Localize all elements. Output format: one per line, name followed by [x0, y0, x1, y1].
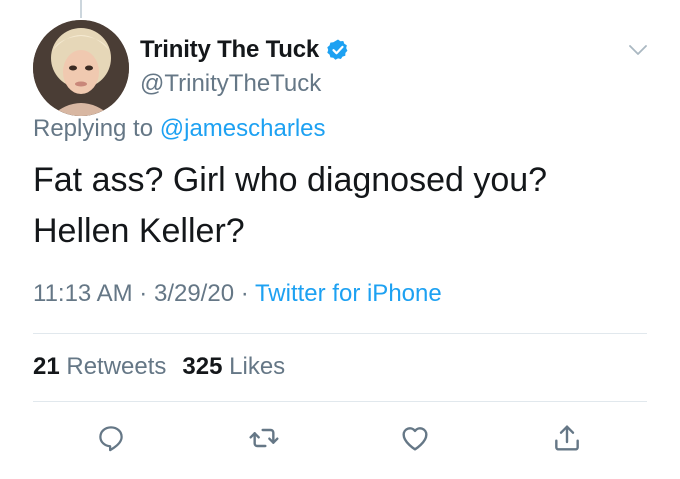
retweet-button[interactable]: [248, 422, 280, 454]
engagement-stats: 21 Retweets 325 Likes: [33, 353, 285, 381]
like-icon: [402, 427, 428, 451]
tweet-source-link[interactable]: Twitter for iPhone: [255, 280, 442, 307]
meta-separator: ·: [240, 280, 249, 307]
retweet-icon: [249, 428, 279, 448]
replying-to-line: Replying to @jamescharles: [33, 115, 326, 143]
divider: [33, 333, 647, 334]
likes-label: Likes: [229, 353, 286, 380]
likes-count: 325: [182, 353, 223, 380]
meta-separator: ·: [139, 280, 148, 307]
reply-icon: [99, 426, 123, 452]
share-icon: [555, 425, 579, 451]
likes-stat[interactable]: 325 Likes: [182, 353, 285, 380]
tweet-text-line: Hellen Keller?: [33, 212, 245, 250]
avatar-image: [33, 20, 129, 116]
retweets-count: 21: [33, 353, 60, 380]
author-name-row[interactable]: Trinity The Tuck: [140, 36, 350, 64]
chevron-down-icon[interactable]: [626, 38, 650, 62]
retweets-label: Retweets: [66, 353, 167, 380]
tweet-text: Fat ass? Girl who diagnosed you? Hellen …: [33, 155, 633, 257]
like-button[interactable]: [399, 422, 431, 454]
tweet-date[interactable]: 3/29/20: [154, 280, 234, 307]
replying-to-prefix: Replying to: [33, 115, 160, 142]
tweet-metadata: 11:13 AM · 3/29/20 · Twitter for iPhone: [33, 280, 442, 308]
replying-to-mention[interactable]: @jamescharles: [160, 115, 326, 142]
share-button[interactable]: [551, 422, 583, 454]
retweets-stat[interactable]: 21 Retweets: [33, 353, 166, 380]
thread-connector-line: [80, 0, 82, 18]
divider: [33, 401, 647, 402]
avatar[interactable]: [33, 20, 129, 116]
reply-button[interactable]: [95, 422, 127, 454]
tweet-time[interactable]: 11:13 AM: [33, 280, 133, 307]
author-display-name[interactable]: Trinity The Tuck: [140, 36, 319, 64]
verified-badge-icon: [327, 39, 348, 60]
author-handle[interactable]: @TrinityTheTuck: [140, 70, 321, 98]
tweet-text-line: Fat ass? Girl who diagnosed you?: [33, 161, 548, 199]
